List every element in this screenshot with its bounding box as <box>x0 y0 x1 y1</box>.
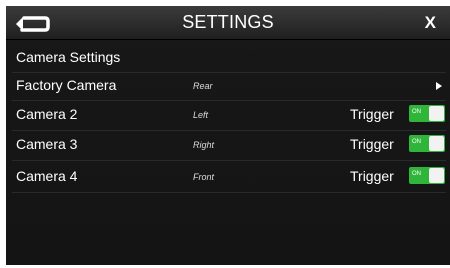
trigger-label: Trigger <box>350 106 394 122</box>
row-value: Right <box>193 140 215 150</box>
close-button[interactable]: X <box>425 6 436 39</box>
trigger-toggle[interactable]: ON <box>409 167 445 184</box>
row-label: Camera 3 <box>16 136 78 152</box>
divider <box>12 192 446 193</box>
row-factory-camera[interactable]: Factory Camera Rear <box>6 73 450 99</box>
divider <box>12 160 446 161</box>
trigger-toggle[interactable]: ON <box>409 105 445 122</box>
settings-screen: SETTINGS X Camera Settings Factory Camer… <box>6 6 450 265</box>
toggle-knob <box>429 136 444 151</box>
row-value: Rear <box>193 81 213 91</box>
divider <box>12 130 446 131</box>
row-value: Left <box>193 110 209 120</box>
row-camera-4: Camera 4 Front Trigger ON <box>6 164 450 190</box>
section-header: Camera Settings <box>16 49 121 65</box>
toggle-knob <box>429 168 444 183</box>
trigger-label: Trigger <box>350 168 394 184</box>
row-camera-2: Camera 2 Left Trigger ON <box>6 102 450 128</box>
title-bar: SETTINGS X <box>6 6 450 40</box>
chevron-right-icon[interactable] <box>436 82 442 90</box>
row-value: Front <box>193 172 215 182</box>
toggle-state-label: ON <box>412 139 421 145</box>
toggle-knob <box>429 106 444 121</box>
row-label: Camera 4 <box>16 168 78 184</box>
row-label: Camera 2 <box>16 106 78 122</box>
trigger-toggle[interactable]: ON <box>409 135 445 152</box>
toggle-state-label: ON <box>412 171 421 177</box>
page-title: SETTINGS <box>182 12 274 32</box>
toggle-state-label: ON <box>412 109 421 115</box>
divider <box>12 100 446 101</box>
row-label: Factory Camera <box>16 77 117 93</box>
row-camera-3: Camera 3 Right Trigger ON <box>6 132 450 158</box>
trigger-label: Trigger <box>350 136 394 152</box>
